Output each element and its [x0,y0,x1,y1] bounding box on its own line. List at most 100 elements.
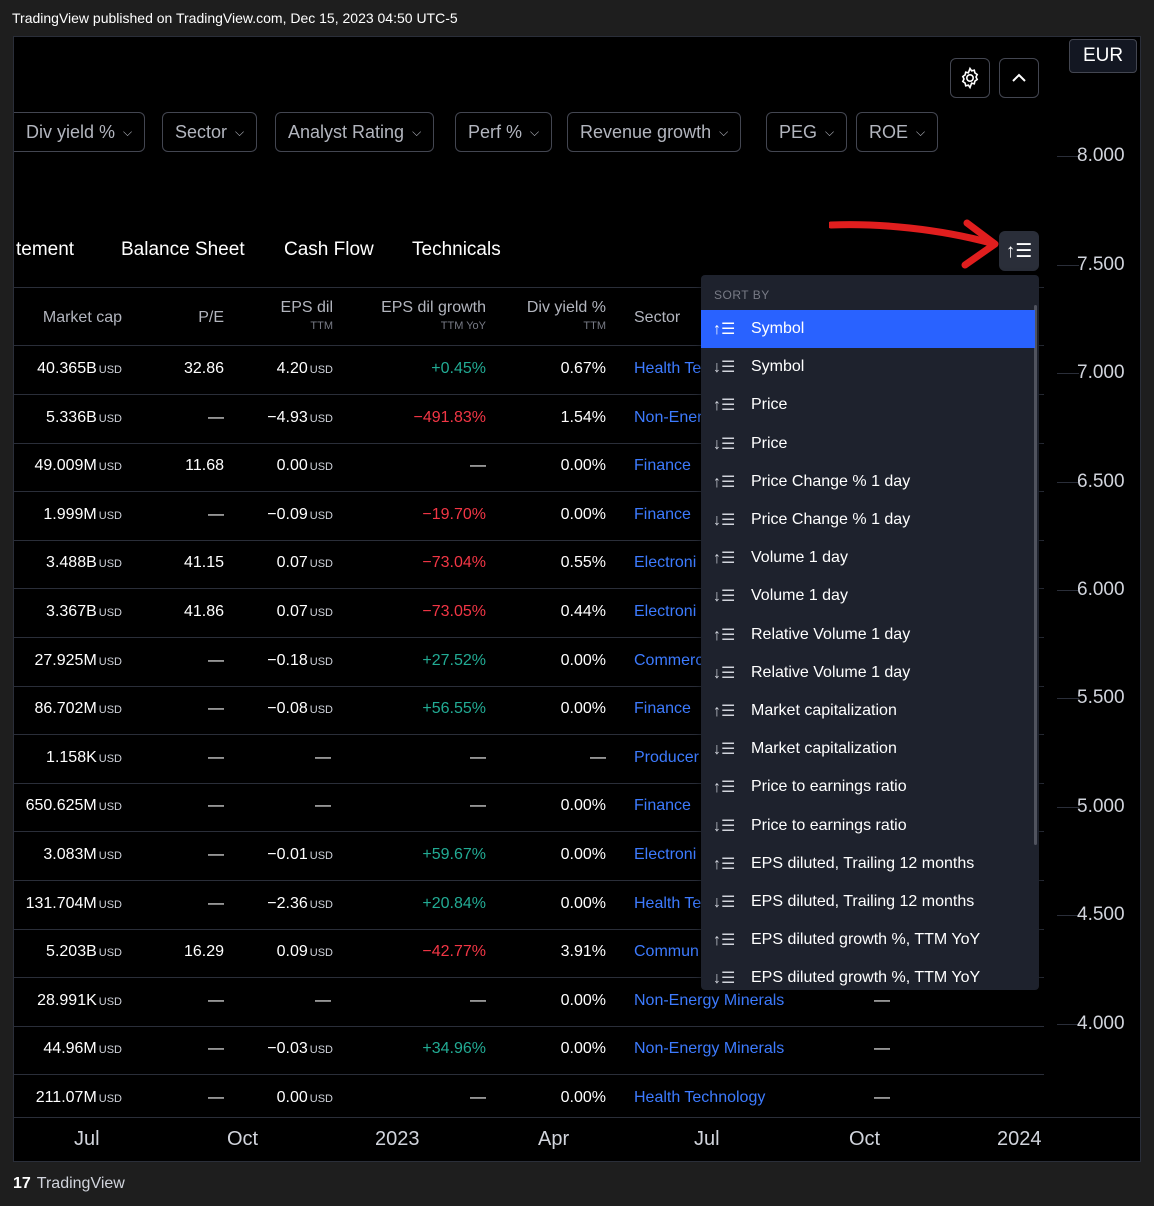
time-tick: Oct [227,1128,259,1150]
price-tick: 5.000 [1077,796,1125,817]
filter-label: Div yield % [26,121,116,142]
chevron-down-icon: ⌵ [825,124,835,139]
market-cap-value: 27.925M [34,651,97,669]
currency-unit: USD [98,607,122,619]
column-market-cap[interactable]: Market cap [14,308,122,327]
sector-link[interactable]: Non-Energy Minerals [634,992,784,1010]
sector-link[interactable]: Health Te [634,895,701,913]
sort-option[interactable]: ↓☰ Market capitalization [701,730,1035,768]
sector-link[interactable]: Commun [634,943,699,961]
sort-descending-icon: ↓☰ [713,588,736,606]
sort-option[interactable]: ↑☰ Volume 1 day [701,539,1035,577]
sector-link[interactable]: Electroni [634,603,696,621]
sort-ascending-icon: ↑☰ [713,779,736,797]
sector-link[interactable]: Producer [634,749,699,767]
filter-dropdown[interactable]: PEG ⌵ [766,112,848,152]
tab-item[interactable]: Cash Flow [284,239,374,261]
currency-unit: USD [98,558,122,571]
price-tickmark [1057,1024,1079,1025]
market-cap-cell: 86.702M USD [14,700,123,718]
sector-link[interactable]: Health Te [634,360,701,378]
sort-option[interactable]: ↑☰ Price to earnings ratio [701,768,1035,806]
currency-unit: USD [309,364,333,376]
tab-item[interactable]: Balance Sheet [121,239,245,261]
sector-link[interactable]: Health Technology [634,1089,765,1107]
sort-ascending-icon: ↑☰ [713,626,736,644]
sort-option[interactable]: ↓☰ Relative Volume 1 day [701,654,1035,692]
sort-option[interactable]: ↑☰ Market capitalization [701,692,1035,730]
pe-cell: — [208,700,224,718]
sort-option-label: Volume 1 day [751,549,848,567]
filter-dropdown[interactable]: Revenue growth ⌵ [567,112,742,152]
sort-ascending-icon: ↑☰ [713,550,736,568]
eps-value: −0.18 [267,651,308,669]
filter-dropdown[interactable]: Div yield % ⌵ [14,112,146,152]
filter-dropdown[interactable]: Analyst Rating ⌵ [275,112,435,152]
sort-option[interactable]: ↑☰ EPS diluted, Trailing 12 months [701,845,1035,883]
sort-option[interactable]: ↓☰ Volume 1 day [701,577,1035,615]
sector-link[interactable]: Finance [634,797,691,815]
market-cap-cell: 3.488B USD [14,554,122,572]
filter-dropdown[interactable]: Sector ⌵ [162,112,258,152]
currency-unit: USD [98,1093,122,1105]
eps-value: −0.03 [267,1040,308,1058]
table-row[interactable]: 44.96M USD — −0.03 USD +34.96% 0.00% Non-Energy… [14,1026,1044,1076]
sort-option[interactable]: ↓☰ Symbol [701,348,1035,386]
sort-option[interactable]: ↓☰ EPS diluted, Trailing 12 months [701,883,1035,921]
sort-option[interactable]: ↑☰ Symbol [701,310,1035,348]
market-cap-value: 28.991K [37,991,97,1009]
sort-option[interactable]: ↓☰ Price to earnings ratio [701,807,1035,845]
sort-option[interactable]: ↓☰ EPS diluted growth %, TTM YoY [701,959,1035,990]
pe-cell: 32.86 [183,360,224,377]
pe-cell: — [208,991,224,1009]
screener-pane: Div yield % ⌵ Sector ⌵ Analyst Rating ⌵ Perf %… [14,37,1044,1117]
sector-link[interactable]: Electroni [634,846,696,864]
div-yield-cell: 3.91% [560,943,606,961]
sort-option-label: EPS diluted, Trailing 12 months [751,854,975,872]
filter-dropdown[interactable]: Perf % ⌵ [455,112,553,152]
column-div-yield[interactable]: Div yield % TTM [504,298,606,336]
div-yield-cell: 0.00% [560,700,606,718]
sort-option[interactable]: ↑☰ Relative Volume 1 day [701,616,1035,654]
tab-item[interactable]: tement [16,239,74,261]
sort-option[interactable]: ↓☰ Price Change % 1 day [701,501,1035,539]
column-sector[interactable]: Sector [634,308,694,327]
tab-item[interactable]: Technicals [412,239,501,261]
settings-button[interactable] [950,58,990,98]
column-eps-growth[interactable]: EPS dil growth TTM YoY [354,298,486,336]
currency-unit: USD [98,1044,122,1057]
currency-unit: USD [309,461,333,474]
sort-option[interactable]: ↑☰ EPS diluted growth %, TTM YoY [701,921,1035,959]
sector-link[interactable]: Finance [634,700,691,718]
market-cap-cell: 28.991K USD [14,992,122,1010]
column-pe[interactable]: P/E [154,308,224,327]
sort-option[interactable]: ↓☰ Price [701,425,1035,463]
collapse-button[interactable] [999,58,1039,98]
table-row[interactable]: 211.07M USD —0.00 USD —0.00% Health Technolog… [14,1075,1044,1117]
filter-dropdown[interactable]: ROE ⌵ [856,112,939,152]
sort-descending-icon: ↓☰ [713,664,736,682]
sector-link[interactable]: Finance [634,506,691,524]
sector-link[interactable]: Electroni [634,554,696,572]
price-tickmark [1057,915,1079,916]
tradingview-logo: 17 [13,1175,31,1192]
price-tickmark [1057,156,1079,157]
column-eps[interactable]: EPS dil TTM [234,298,333,336]
sort-option[interactable]: ↑☰ Price Change % 1 day [701,463,1035,501]
sector-link[interactable]: Finance [634,457,691,475]
sector-link[interactable]: Commerc [634,652,703,670]
sort-ascending-icon: ↑☰ [713,397,736,415]
eps-cell: −4.93 USD [234,409,333,427]
eps-cell: 0.00 USD [234,457,333,475]
eps-value: −4.93 [267,408,308,426]
eps-cell: — [234,797,333,815]
sort-option[interactable]: ↑☰ Price [701,386,1035,424]
sector-link[interactable]: Non-Energy Minerals [634,1040,784,1058]
sort-button[interactable]: ↑☰ [999,231,1039,271]
sector-link[interactable]: Non-Ener [634,409,702,427]
price-axis: 8.000 7.500 7.000 6.500 6.000 5.500 5.000 4.500… [1057,37,1140,1117]
eps-cell: −0.18 USD [234,652,333,670]
filter-label: Perf % [468,121,523,142]
sort-ascending-icon: ↑☰ [713,855,736,873]
price-tickmark [1057,373,1079,374]
